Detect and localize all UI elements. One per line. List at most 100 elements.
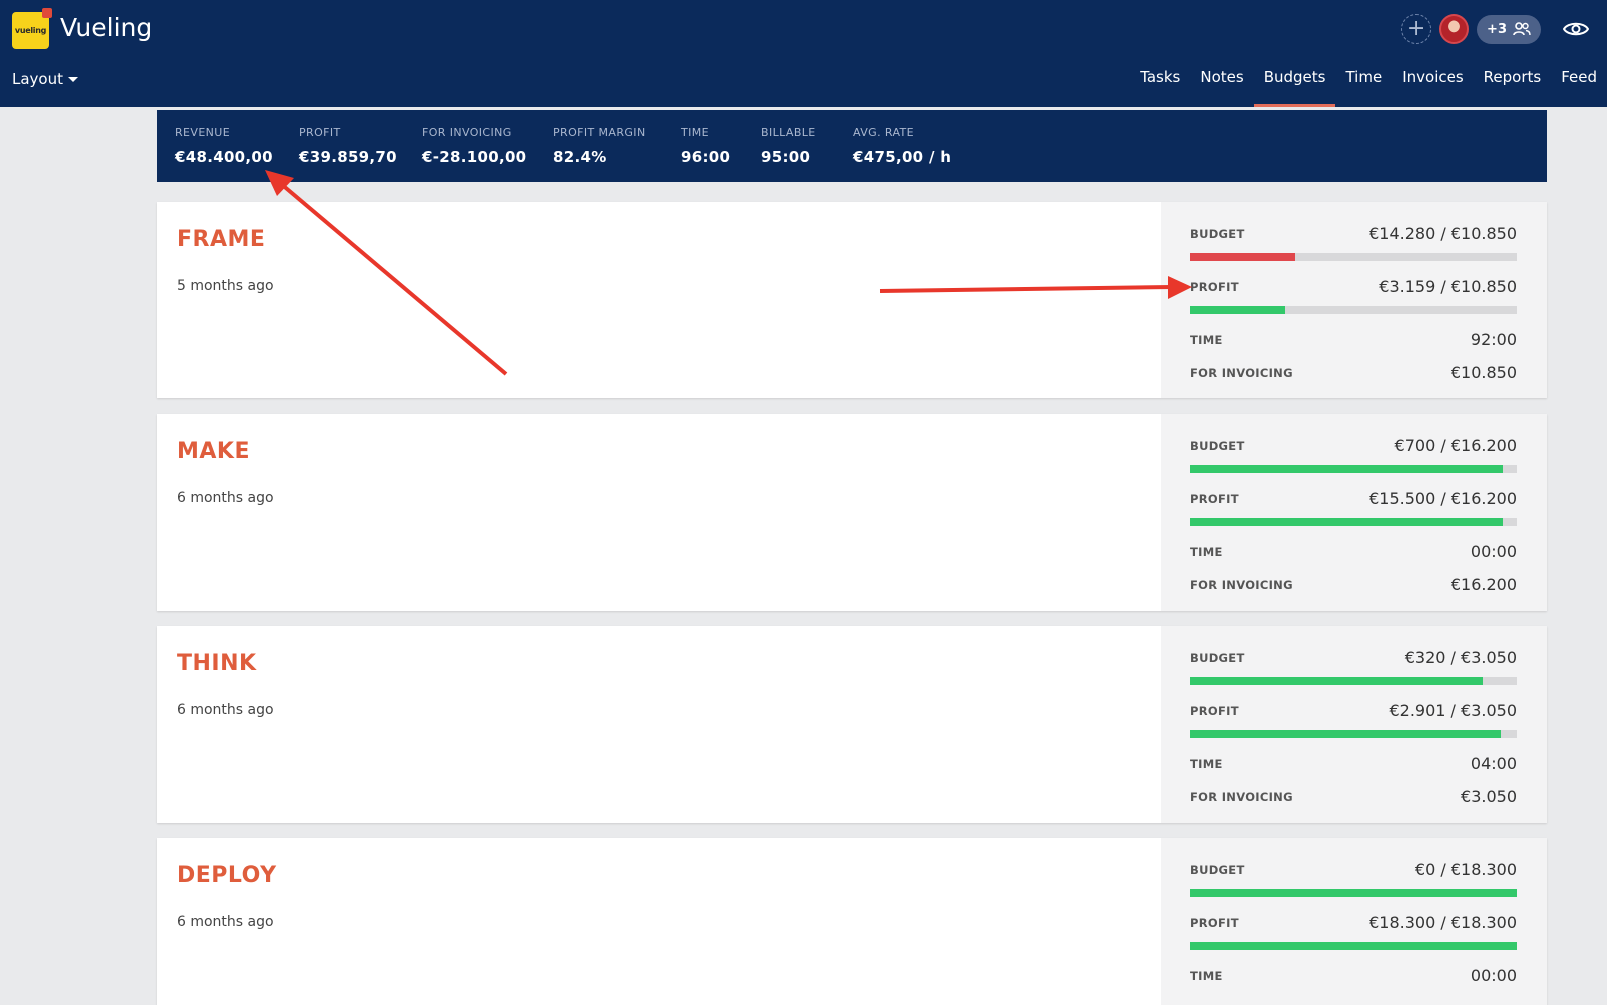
budget-label: BUDGET [1190, 439, 1245, 453]
time-label: TIME [1190, 757, 1223, 771]
budget-label: BUDGET [1190, 227, 1245, 241]
lock-icon [42, 8, 52, 18]
budget-value: €700 / €16.200 [1394, 436, 1517, 455]
profit-value: €2.901 / €3.050 [1389, 701, 1517, 720]
stat-label: BILLABLE [761, 126, 816, 139]
budget-label: BUDGET [1190, 863, 1245, 877]
nav-tasks[interactable]: Tasks [1130, 68, 1190, 107]
chevron-down-icon [68, 76, 78, 82]
time-value: 00:00 [1470, 966, 1517, 985]
stat-label: FOR INVOICING [422, 126, 512, 139]
phase-budget-panel: BUDGET €14.280 / €10.850 PROFIT €3.159 /… [1161, 202, 1547, 398]
stat-value: €475,00 / h [853, 148, 952, 166]
budget-value: €320 / €3.050 [1404, 648, 1517, 667]
profit-label: PROFIT [1190, 916, 1239, 930]
stat-for-invoicing: FOR INVOICING €-28.100,00 [422, 126, 526, 166]
add-member-button[interactable]: + [1401, 14, 1432, 44]
top-header: vueling Vueling Layout + +3 Tasks Notes … [0, 0, 1607, 107]
members-count: +3 [1487, 21, 1507, 37]
nav-budgets[interactable]: Budgets [1253, 68, 1336, 107]
profit-progress-bar [1190, 730, 1517, 738]
budget-label: BUDGET [1190, 651, 1245, 665]
budget-progress-fill [1190, 465, 1503, 473]
stat-billable: BILLABLE 95:00 [761, 126, 816, 166]
profit-progress-bar [1190, 306, 1517, 314]
vueling-logo[interactable]: vueling [12, 8, 52, 49]
budget-progress-bar [1190, 253, 1517, 261]
budget-progress-fill [1190, 253, 1295, 261]
budget-progress-fill [1190, 677, 1483, 685]
stat-profit: PROFIT €39.859,70 [299, 126, 397, 166]
for-invoicing-label: FOR INVOICING [1190, 578, 1293, 592]
stat-value: €-28.100,00 [422, 148, 527, 166]
avatar[interactable] [1439, 14, 1470, 44]
header-actions: + +3 [1401, 14, 1589, 44]
phase-date: 5 months ago [177, 278, 274, 294]
members-button[interactable]: +3 [1477, 14, 1541, 44]
budget-value: €14.280 / €10.850 [1369, 224, 1517, 243]
stat-profit-margin: PROFIT MARGIN 82.4% [553, 126, 646, 166]
profit-progress-bar [1190, 518, 1517, 526]
profit-progress-fill [1190, 518, 1503, 526]
stat-value: €39.859,70 [299, 148, 397, 166]
for-invoicing-value: €16.200 [1450, 575, 1517, 594]
main-nav: Tasks Notes Budgets Time Invoices Report… [1130, 68, 1607, 107]
for-invoicing-value: €3.050 [1461, 787, 1517, 806]
stat-value: 95:00 [761, 148, 811, 166]
time-label: TIME [1190, 969, 1223, 983]
phase-date: 6 months ago [177, 702, 274, 718]
phase-title[interactable]: DEPLOY [177, 863, 277, 888]
phase-title[interactable]: FRAME [177, 227, 265, 252]
stat-avg-rate: AVG. RATE €475,00 / h [853, 126, 951, 166]
time-label: TIME [1190, 333, 1223, 347]
phase-card[interactable]: MAKE 6 months ago BUDGET €700 / €16.200 … [157, 414, 1547, 611]
nav-notes[interactable]: Notes [1190, 68, 1253, 107]
budget-progress-bar [1190, 465, 1517, 473]
profit-value: €3.159 / €10.850 [1379, 277, 1517, 296]
summary-stats: REVENUE €48.400,00 PROFIT €39.859,70 FOR… [157, 110, 1547, 182]
profit-progress-fill [1190, 942, 1517, 950]
nav-feed[interactable]: Feed [1551, 68, 1607, 107]
time-value: 04:00 [1470, 754, 1517, 773]
for-invoicing-label: FOR INVOICING [1190, 790, 1293, 804]
stat-label: REVENUE [175, 126, 231, 139]
profit-progress-bar [1190, 942, 1517, 950]
stat-value: 96:00 [681, 148, 731, 166]
budget-progress-bar [1190, 677, 1517, 685]
time-value: 00:00 [1470, 542, 1517, 561]
phase-card[interactable]: DEPLOY 6 months ago BUDGET €0 / €18.300 … [157, 838, 1547, 1005]
phase-card[interactable]: FRAME 5 months ago BUDGET €14.280 / €10.… [157, 202, 1547, 398]
for-invoicing-label: FOR INVOICING [1190, 366, 1293, 380]
profit-progress-fill [1190, 730, 1501, 738]
stat-value: €48.400,00 [175, 148, 273, 166]
stat-label: TIME [681, 126, 710, 139]
phase-title[interactable]: THINK [177, 651, 257, 676]
nav-time[interactable]: Time [1335, 68, 1392, 107]
budget-progress-fill [1190, 889, 1517, 897]
nav-invoices[interactable]: Invoices [1392, 68, 1473, 107]
profit-label: PROFIT [1190, 280, 1239, 294]
stat-time: TIME 96:00 [681, 126, 730, 166]
time-label: TIME [1190, 545, 1223, 559]
budget-progress-bar [1190, 889, 1517, 897]
profit-label: PROFIT [1190, 492, 1239, 506]
layout-dropdown[interactable]: Layout [12, 70, 78, 88]
stat-label: AVG. RATE [853, 126, 915, 139]
phase-date: 6 months ago [177, 914, 274, 930]
logo-text: vueling [14, 26, 47, 35]
phase-title[interactable]: MAKE [177, 439, 250, 464]
plus-icon: + [1406, 16, 1426, 41]
nav-reports[interactable]: Reports [1474, 68, 1552, 107]
phase-budget-panel: BUDGET €700 / €16.200 PROFIT €15.500 / €… [1161, 414, 1547, 611]
phase-card[interactable]: THINK 6 months ago BUDGET €320 / €3.050 … [157, 626, 1547, 823]
profit-label: PROFIT [1190, 704, 1239, 718]
layout-label: Layout [12, 70, 63, 88]
phase-budget-panel: BUDGET €320 / €3.050 PROFIT €2.901 / €3.… [1161, 626, 1547, 823]
profit-progress-fill [1190, 306, 1285, 314]
stat-label: PROFIT MARGIN [553, 126, 646, 139]
time-value: 92:00 [1470, 330, 1517, 349]
for-invoicing-value: €10.850 [1450, 363, 1517, 382]
phase-date: 6 months ago [177, 490, 274, 506]
eye-icon[interactable] [1549, 14, 1589, 44]
project-title: Vueling [60, 13, 153, 42]
